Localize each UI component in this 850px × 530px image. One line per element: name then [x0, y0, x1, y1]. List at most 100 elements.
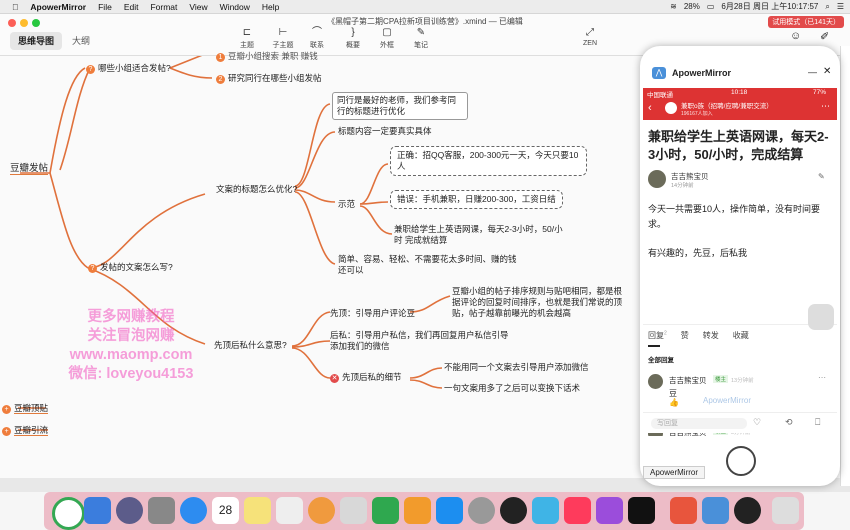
- control-center-icon[interactable]: ☰: [837, 2, 844, 11]
- calendar-icon[interactable]: 28: [212, 497, 239, 524]
- preview-icon[interactable]: [340, 497, 367, 524]
- zen-button[interactable]: ⤢ ZEN: [575, 27, 605, 47]
- author-avatar[interactable]: [648, 170, 666, 188]
- notes-app-icon[interactable]: [244, 497, 271, 524]
- summary-button[interactable]: } 概要: [338, 27, 368, 50]
- siri-icon[interactable]: [116, 497, 143, 524]
- assistive-touch-button[interactable]: [808, 304, 834, 330]
- finder-icon[interactable]: [84, 497, 111, 524]
- search-icon[interactable]: ⌕: [825, 2, 829, 12]
- node-english-example[interactable]: 兼职给学生上英语网课，每天2-3小时，50/小时 完成就结算: [394, 224, 569, 246]
- emoji-icon[interactable]: ☺: [790, 30, 801, 42]
- trash-icon[interactable]: [772, 497, 799, 524]
- like-icon[interactable]: ♡: [753, 417, 761, 428]
- reply-input[interactable]: 写回复: [651, 418, 747, 429]
- edit-icon[interactable]: ✎: [818, 172, 825, 181]
- node-learn-from-peers[interactable]: 同行是最好的老师，我们参考同行的标题进行优化: [332, 92, 468, 120]
- node-how-to-write[interactable]: ? 发帖的文案怎么写?: [88, 262, 173, 273]
- question-badge-icon: ?: [86, 65, 95, 74]
- keynote-icon[interactable]: [404, 497, 431, 524]
- tab-reshare[interactable]: 转发: [703, 330, 719, 341]
- trial-badge[interactable]: 试用模式（已141天）: [768, 16, 844, 28]
- node-demo[interactable]: 示范: [338, 199, 355, 210]
- tab-likes[interactable]: 赞: [681, 330, 689, 341]
- node-which-groups[interactable]: ? 哪些小组适合发帖?: [86, 63, 171, 74]
- reply-avatar[interactable]: [648, 374, 663, 389]
- app-store-icon[interactable]: [436, 497, 463, 524]
- node-first-top-meaning[interactable]: 先顶后私什么意思?: [214, 340, 287, 351]
- tab-collect[interactable]: 收藏: [733, 330, 749, 341]
- document-title: 《黑帽子第二期CPA拉新项目训练营》.xmind — 已编辑: [327, 17, 523, 26]
- topic-icon: ⊏: [242, 27, 252, 38]
- node-si-after[interactable]: 后私：引导用户私信，我们再回复用户私信引导添加我们的微信: [330, 330, 510, 352]
- node-detail-2[interactable]: 一句文案用多了之后可以变换下话术: [444, 383, 580, 394]
- xmind-icon[interactable]: [670, 497, 697, 524]
- node-detail-label: 先顶后私的细节: [342, 372, 402, 382]
- menu-edit[interactable]: Edit: [124, 2, 139, 12]
- node-simple-easy[interactable]: 简单、容易、轻松、不需要花太多时间、赚的钱还可以: [338, 254, 518, 276]
- notes-button[interactable]: ✎ 笔记: [406, 27, 436, 50]
- node-title-real[interactable]: 标题内容一定要真实具体: [338, 126, 432, 137]
- bookmark-icon[interactable]: ⎕: [815, 417, 820, 428]
- podcasts-icon[interactable]: [596, 497, 623, 524]
- root-node-douban-post[interactable]: 豆瓣发帖: [10, 163, 49, 175]
- node-correct-example-label: 正确：招QQ客服，200-300元一天，今天只要10人: [397, 150, 579, 171]
- system-preferences-icon[interactable]: [468, 497, 495, 524]
- topic-button[interactable]: ⊏ 主题: [232, 27, 262, 50]
- menu-view[interactable]: View: [189, 2, 207, 12]
- apple-icon[interactable]: : [12, 2, 18, 12]
- battery-percent[interactable]: 28%: [684, 2, 700, 11]
- menu-file[interactable]: File: [98, 2, 112, 12]
- thumb-up-icon[interactable]: 👍: [669, 398, 679, 407]
- node-title-optimize[interactable]: 文案的标题怎么优化?: [216, 184, 297, 195]
- safari-icon[interactable]: [180, 497, 207, 524]
- format-brush-icon[interactable]: ✐: [820, 30, 829, 43]
- question-badge-icon: ?: [88, 264, 97, 273]
- menu-format[interactable]: Format: [150, 2, 177, 12]
- node-ding-desc[interactable]: 豆瓣小组的帖子排序规则与贴吧相同，都是根据评论的回复时间排序，也就是我们常说的顶…: [452, 286, 630, 319]
- more-icon[interactable]: ⋯: [821, 101, 830, 112]
- wifi-icon[interactable]: ≋: [670, 2, 677, 11]
- launchpad-icon[interactable]: [148, 497, 175, 524]
- node-search-groups[interactable]: 1 豆瓣小组搜索 兼职 赚钱: [216, 51, 318, 62]
- qq-icon[interactable]: [500, 497, 527, 524]
- group-name[interactable]: 兼职o族（招聘/应聘/兼职交流）: [681, 100, 773, 110]
- root-node-douban-traffic[interactable]: + 豆瓣引流: [2, 425, 49, 436]
- numbers-icon[interactable]: [372, 497, 399, 524]
- photos-icon[interactable]: [308, 497, 335, 524]
- tab-outline[interactable]: 大纲: [64, 32, 98, 50]
- group-avatar[interactable]: [665, 102, 677, 114]
- boundary-button[interactable]: ▢ 外框: [372, 27, 402, 50]
- node-detail[interactable]: ✕ 先顶后私的细节: [330, 372, 402, 383]
- phone-screen[interactable]: 中国联通 10:18 77% ‹ 兼职o族（招聘/应聘/兼职交流） 196167…: [643, 88, 837, 436]
- reply-user[interactable]: 吉吉熊宝贝: [669, 375, 707, 386]
- obs-icon[interactable]: [734, 497, 761, 524]
- minimize-icon[interactable]: —: [808, 67, 817, 77]
- battery-icon[interactable]: ▭: [707, 2, 715, 11]
- tab-mindmap[interactable]: 思维导图: [10, 32, 63, 50]
- node-wrong-example[interactable]: 错误：手机兼职，日赚200-300，工资日结: [390, 190, 563, 209]
- node-correct-example[interactable]: 正确：招QQ客服，200-300元一天，今天只要10人: [390, 146, 587, 176]
- menu-app-name[interactable]: ApowerMirror: [30, 2, 86, 12]
- close-icon[interactable]: ✕: [823, 66, 831, 77]
- music-icon[interactable]: [564, 497, 591, 524]
- node-detail-1[interactable]: 不能用同一个文案去引导用户添加微信: [444, 362, 589, 373]
- back-arrow-icon[interactable]: ‹: [648, 102, 652, 114]
- reminders-icon[interactable]: [276, 497, 303, 524]
- tab-replies[interactable]: 回复2: [648, 330, 667, 341]
- apowermirror-dock-icon[interactable]: [702, 497, 729, 524]
- chrome-icon[interactable]: [52, 497, 85, 530]
- video-player-icon[interactable]: [532, 497, 559, 524]
- more-icon[interactable]: ⋯: [818, 373, 826, 382]
- menu-help[interactable]: Help: [262, 2, 279, 12]
- home-button[interactable]: [726, 446, 756, 476]
- clock[interactable]: 6月28日 周日 上午10:17:57: [721, 1, 818, 12]
- root-node-douban-top[interactable]: + 豆瓣顶贴: [2, 403, 49, 414]
- relationship-button[interactable]: ⌒ 联系: [302, 27, 332, 50]
- apple-tv-icon[interactable]: [628, 497, 655, 524]
- node-research-peers[interactable]: 2 研究同行在哪些小组发帖: [216, 73, 322, 84]
- reshare-icon[interactable]: ⟲: [785, 417, 793, 428]
- node-ding-first[interactable]: 先顶：引导用户评论豆: [330, 308, 415, 319]
- menu-window[interactable]: Window: [220, 2, 250, 12]
- subtopic-button[interactable]: ⊢ 子主题: [268, 27, 298, 50]
